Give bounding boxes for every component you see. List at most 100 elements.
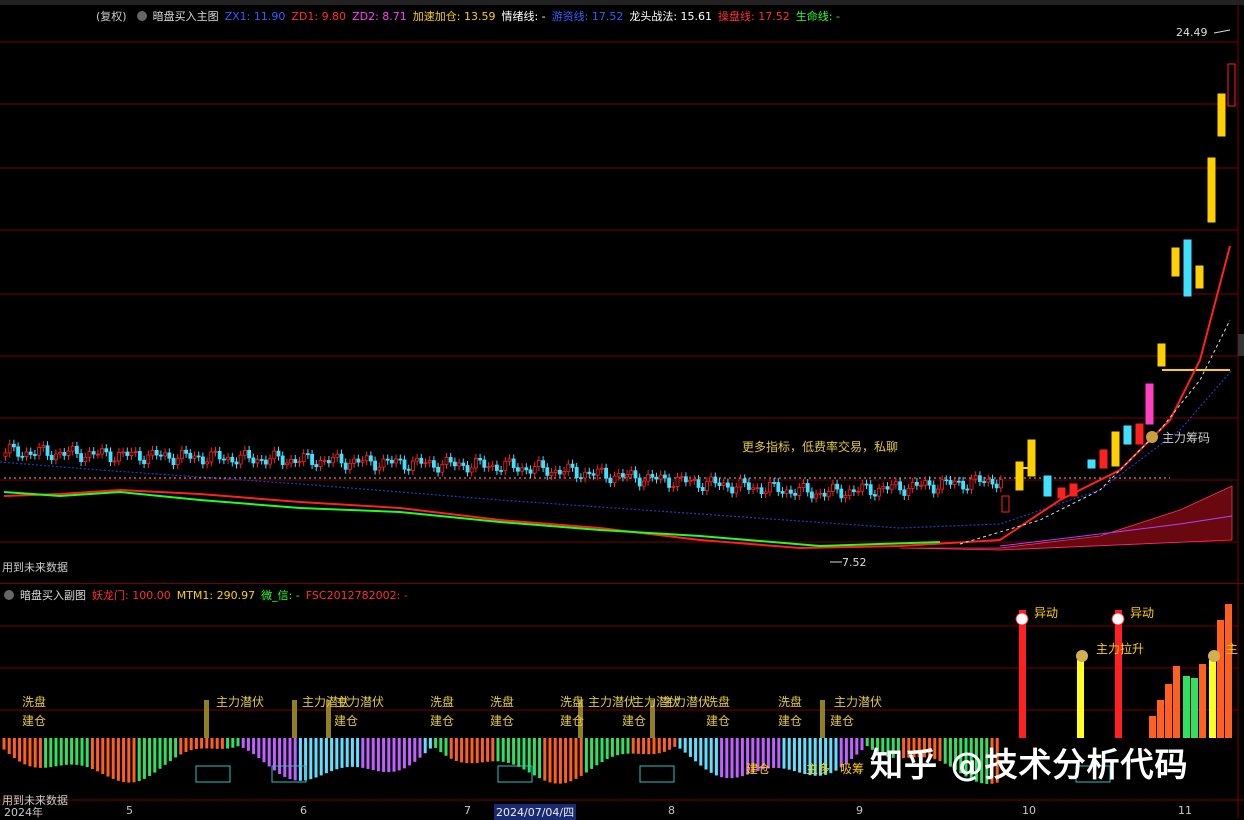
candle-body-37 — [158, 454, 163, 457]
candle-body-117 — [494, 464, 499, 471]
candle-body-153 — [646, 474, 650, 482]
candle-body-212 — [894, 481, 898, 486]
build-label-1: 建仓 — [430, 714, 455, 728]
rally-candle-18 — [1227, 63, 1236, 107]
wash-label-0: 洗盘 — [22, 695, 47, 709]
candle-body-235 — [990, 478, 995, 485]
candle-body-83 — [352, 458, 357, 464]
candle-body-49 — [209, 451, 214, 463]
rally-candle-1 — [1015, 461, 1024, 491]
candle-body-31 — [133, 451, 138, 453]
latent-label-0: 主力潜伏 — [216, 695, 265, 709]
candle-body-214 — [902, 489, 907, 496]
money-bag-icon-0 — [1076, 650, 1088, 662]
candle-body-119 — [503, 460, 508, 471]
candle-body-100 — [423, 462, 428, 465]
candle-body-105 — [444, 457, 449, 465]
chip-label: 主力筹码 — [1162, 431, 1211, 445]
candle-body-60 — [255, 459, 260, 464]
candle-body-114 — [482, 459, 487, 468]
right-scroll-tab[interactable] — [1238, 334, 1244, 356]
x-axis-label-6: 9 — [856, 804, 863, 817]
candle-body-222 — [936, 488, 940, 494]
candle-body-74 — [314, 464, 319, 468]
candle-body-8 — [37, 446, 41, 456]
candle-body-121 — [511, 458, 516, 469]
candle-body-33 — [142, 459, 147, 465]
rally-candle-12 — [1157, 343, 1166, 367]
candle-body-59 — [251, 457, 256, 464]
candle-body-226 — [952, 480, 957, 485]
candle-body-107 — [452, 461, 457, 467]
candle-body-24 — [104, 448, 109, 453]
signal-bar-10 — [1209, 660, 1216, 738]
candle-body-173 — [730, 486, 734, 494]
candle-body-45 — [192, 455, 197, 459]
candle-body-64 — [272, 450, 277, 460]
latent-label-2: 主力潜伏 — [336, 695, 385, 709]
cyan-box-3 — [639, 765, 675, 783]
candle-body-82 — [347, 463, 352, 470]
candle-body-7 — [33, 454, 37, 456]
candle-body-207 — [873, 494, 877, 497]
candle-body-221 — [931, 484, 936, 494]
rally-candle-9 — [1123, 425, 1132, 445]
candle-body-93 — [394, 458, 399, 464]
candle-body-203 — [856, 490, 860, 493]
candle-body-112 — [473, 457, 478, 469]
price-low-label: 7.52 — [842, 556, 867, 569]
latent-label-3: 主力潜伏 — [588, 695, 637, 709]
build-label-5: 建仓 — [778, 714, 803, 728]
candle-body-40 — [171, 457, 176, 466]
candle-body-149 — [629, 470, 634, 475]
build-only-label-1: 建仓 — [622, 714, 647, 728]
candle-body-44 — [188, 452, 193, 459]
candle-body-71 — [301, 453, 306, 463]
candle-body-51 — [217, 450, 222, 460]
candle-body-53 — [226, 456, 231, 461]
candle-body-88 — [373, 460, 378, 471]
candle-body-205 — [864, 483, 869, 486]
candle-body-237 — [999, 479, 1003, 489]
candle-body-108 — [457, 462, 462, 467]
candle-body-184 — [776, 482, 781, 492]
candle-body-81 — [343, 462, 348, 470]
candle-body-187 — [789, 489, 793, 494]
candle-body-72 — [305, 453, 310, 456]
anomaly-label-1: 异动 — [1130, 606, 1155, 620]
candle-body-17 — [75, 445, 79, 454]
candle-body-183 — [772, 482, 776, 484]
candle-body-189 — [797, 487, 802, 496]
candle-body-18 — [79, 453, 83, 463]
candle-body-106 — [448, 457, 453, 463]
candle-body-158 — [667, 477, 671, 488]
candle-body-92 — [389, 459, 394, 464]
candle-body-191 — [805, 483, 810, 493]
fragment-label-1: 主多 — [806, 762, 831, 776]
red-ma-line — [3, 245, 1231, 550]
candle-body-139 — [587, 471, 592, 475]
candle-body-89 — [377, 466, 382, 471]
candle-body-137 — [579, 477, 583, 480]
candle-body-124 — [524, 467, 529, 471]
candle-body-38 — [163, 452, 168, 457]
candle-body-46 — [196, 455, 201, 458]
candle-body-110 — [465, 465, 470, 473]
green-ma-line — [3, 490, 941, 548]
candle-body-102 — [431, 460, 436, 468]
candle-body-63 — [268, 458, 273, 465]
candle-body-130 — [549, 472, 554, 476]
rally-candle-14 — [1183, 239, 1192, 297]
candle-body-109 — [461, 462, 466, 466]
candle-body-190 — [801, 483, 806, 488]
candle-body-113 — [478, 457, 483, 461]
candle-body-104 — [440, 463, 445, 473]
main-short-label: 主 — [1226, 642, 1239, 656]
candle-body-36 — [154, 449, 159, 456]
candle-body-131 — [553, 469, 558, 473]
candle-body-135 — [570, 463, 575, 468]
candle-body-66 — [280, 455, 285, 466]
signal-bar-0 — [1019, 610, 1026, 738]
candle-body-133 — [562, 471, 566, 475]
candle-body-23 — [100, 448, 104, 455]
